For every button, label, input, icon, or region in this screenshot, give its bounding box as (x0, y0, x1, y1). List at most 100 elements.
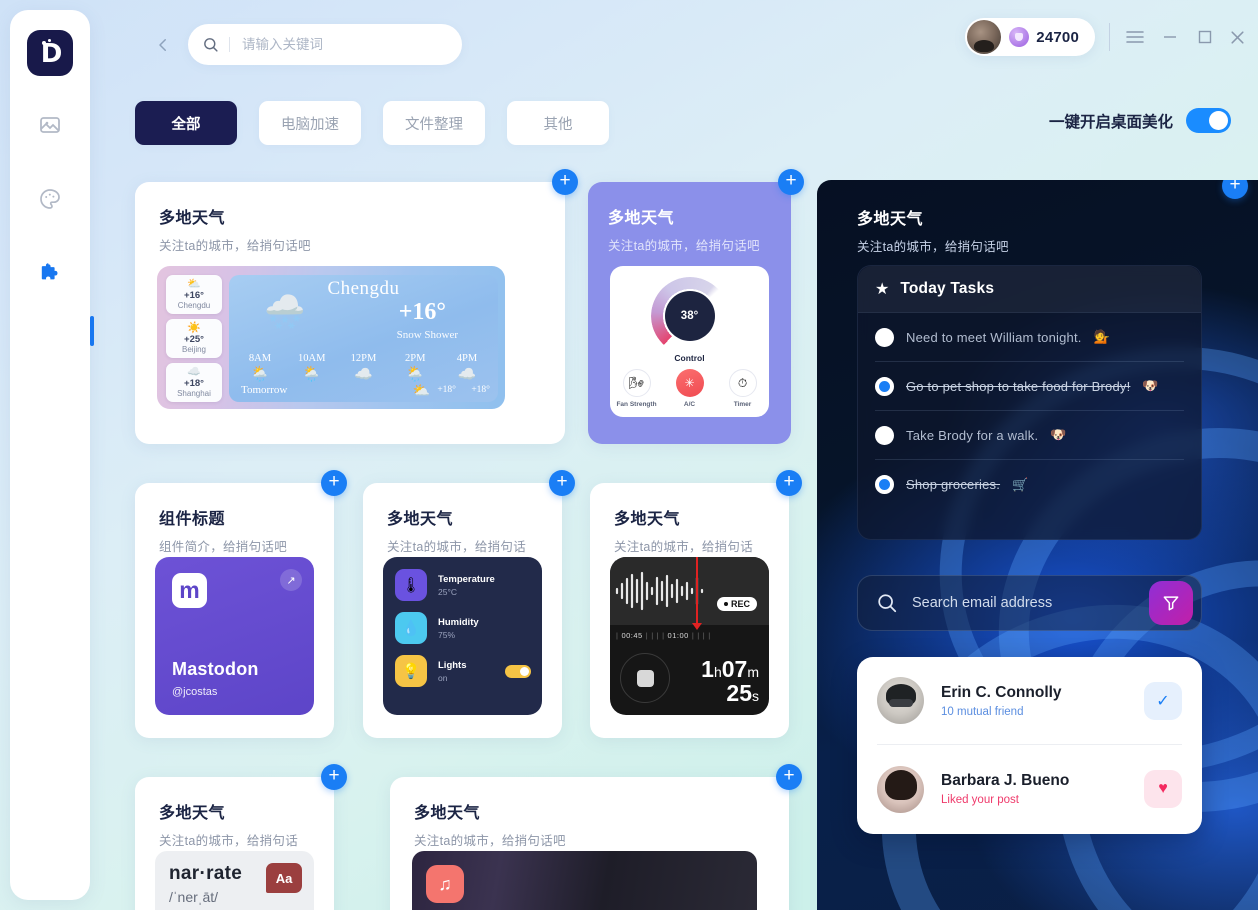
thermometer-icon: 🌡 (395, 569, 427, 601)
coin-balance-pill[interactable]: 24700 (965, 18, 1095, 56)
tab-all[interactable]: 全部 (135, 101, 237, 145)
row-value: 75% (438, 629, 456, 640)
widget-card-recorder[interactable]: 多地天气 关注ta的城市，给捎句话吧 + REC (590, 470, 802, 738)
task-checkbox[interactable] (875, 425, 894, 445)
back-button[interactable] (148, 30, 178, 60)
row-value: on (438, 672, 448, 683)
add-widget-button[interactable]: + (778, 169, 804, 195)
desktop-card-header: 多地天气 关注ta的城市，给捎句话吧 (857, 205, 1009, 255)
add-widget-button[interactable]: + (1222, 180, 1248, 199)
minimize-button[interactable] (1157, 24, 1183, 50)
email-search-widget[interactable]: Search email address (857, 575, 1202, 631)
widget-card-weather[interactable]: 多地天气 关注ta的城市，给捎句话吧 + ⛅ +16° Chengdu ☀️ +… (135, 169, 578, 444)
city-name: Shanghai (177, 389, 211, 398)
hour-label: 2PM (405, 353, 426, 364)
beautify-label: 一键开启桌面美化 (1048, 113, 1173, 131)
music-note-icon: ♫ (426, 865, 464, 903)
avatar (967, 20, 1002, 54)
tab-file-organize[interactable]: 文件整理 (383, 101, 485, 145)
task-text: Shop groceries. (906, 477, 1001, 492)
menu-button[interactable] (1122, 24, 1148, 50)
contact-row[interactable]: Erin C. Connolly 10 mutual friend ✓ (877, 657, 1182, 745)
task-item[interactable]: Shop groceries. 🛒 (875, 460, 1184, 509)
weather-city-item[interactable]: ☁️ +18° Shanghai (166, 363, 222, 402)
widget-card-smarthome[interactable]: 多地天气 关注ta的城市，给捎句话吧 + 🌡 Temperature 25°C … (363, 470, 575, 738)
snow-cloud-icon: 🌨️ (264, 293, 306, 330)
search-input[interactable] (242, 37, 432, 52)
open-external-icon[interactable]: ↗ (280, 569, 302, 591)
weather-city-item[interactable]: ☀️ +25° Beijing (166, 319, 222, 358)
stop-button[interactable] (620, 653, 670, 703)
city-name: Beijing (181, 345, 206, 354)
stop-icon (636, 669, 654, 687)
smarthome-row-humidity: 💧 Humidity 75% (383, 612, 542, 644)
task-emoji: 🐶 (1050, 427, 1067, 442)
rec-dot (723, 602, 728, 606)
task-checkbox[interactable] (875, 376, 894, 396)
search-box[interactable] (188, 24, 462, 65)
add-widget-button[interactable]: + (321, 470, 347, 496)
check-icon[interactable]: ✓ (1144, 681, 1182, 720)
tasks-title: Today Tasks (900, 280, 995, 297)
task-text: Take Brody for a walk. (906, 427, 1039, 443)
widget-card-dictionary[interactable]: 多地天气 关注ta的城市，给捎句话吧 + nar·rate /ˈnerˌāt/ … (135, 764, 347, 910)
search-icon (202, 36, 219, 53)
elapsed-line2: 25s (701, 681, 759, 705)
weather-city-item[interactable]: ⛅ +16° Chengdu (166, 275, 222, 314)
maximize-button[interactable] (1192, 24, 1218, 50)
add-widget-button[interactable]: + (776, 764, 802, 790)
smarthome-row-lights: 💡 Lights on (383, 655, 542, 687)
city-temp: +16° (184, 290, 204, 301)
widget-card-mastodon[interactable]: 组件标题 组件简介，给捎句话吧 + m ↗ Mastodon @jcostas (135, 470, 347, 738)
task-item[interactable]: Take Brody for a walk. 🐶 (875, 411, 1184, 460)
sidebar-item-theme[interactable] (27, 178, 73, 224)
timer-control[interactable]: ⏱ Timer (720, 369, 766, 408)
hour-label: 8AM (248, 353, 272, 364)
puzzle-icon (38, 261, 62, 290)
thermostat-controls: 🌬 Fan Strength ✳ A/C ⏱ Timer (610, 369, 769, 408)
tab-other[interactable]: 其他 (507, 101, 609, 145)
sidebar-item-image[interactable] (27, 104, 73, 150)
add-widget-button[interactable]: + (552, 169, 578, 195)
sidebar-active-indicator (90, 316, 94, 346)
widget-card-music[interactable]: 多地天气 关注ta的城市，给捎句话吧 + ♫ ▾ (390, 764, 802, 910)
tick: | (662, 630, 665, 640)
task-checkbox[interactable] (875, 327, 894, 347)
ac-control[interactable]: ✳ A/C (667, 369, 713, 408)
weather-widget-preview: ⛅ +16° Chengdu ☀️ +25° Beijing ☁️ +18° S… (157, 266, 505, 409)
weather-current-temp: +16° (398, 299, 446, 325)
heart-icon[interactable]: ♥ (1144, 770, 1182, 808)
lights-toggle[interactable] (505, 665, 531, 678)
image-icon (38, 113, 62, 142)
add-widget-button[interactable]: + (321, 764, 347, 790)
row-name: Temperature (438, 573, 495, 585)
task-checkbox[interactable] (875, 475, 894, 494)
card-title: 多地天气 (159, 210, 226, 227)
rec-label: REC (730, 599, 750, 609)
sidebar-item-widgets[interactable] (27, 252, 73, 298)
card-title: 多地天气 (414, 805, 481, 822)
card-title: 多地天气 (608, 210, 675, 227)
widget-card-thermostat[interactable]: 多地天气 关注ta的城市，给捎句话吧 + 38° Control 🌬 Fan S… (588, 169, 804, 444)
add-widget-button[interactable]: + (549, 470, 575, 496)
hour-label: 12PM (350, 353, 377, 364)
maximize-icon (1198, 30, 1212, 44)
fan-strength-control[interactable]: 🌬 Fan Strength (614, 369, 660, 408)
elapsed-seconds: 25 (726, 679, 752, 706)
hour-item: 2PM 🌦️ (392, 353, 438, 384)
task-item[interactable]: Go to pet shop to take food for Brody! 🐶 (875, 362, 1184, 411)
tab-pc-boost[interactable]: 电脑加速 (259, 101, 361, 145)
row-value: 25°C (438, 586, 457, 597)
card-subtitle: 组件简介，给捎句话吧 (159, 540, 288, 554)
add-widget-button[interactable]: + (776, 470, 802, 496)
hour-icon: 🌦️ (250, 366, 270, 383)
mastodon-widget-preview: m ↗ Mastodon @jcostas (155, 557, 314, 715)
filter-icon[interactable] (1149, 581, 1193, 625)
beautify-toggle[interactable] (1186, 108, 1231, 133)
close-button[interactable] (1224, 24, 1250, 50)
desktop-preview-panel: 多地天气 关注ta的城市，给捎句话吧 ★ Today Tasks Need to… (817, 180, 1258, 910)
thermostat-dial-label: Control (674, 353, 705, 363)
contact-row[interactable]: Barbara J. Bueno Liked your post ♥ (877, 745, 1182, 833)
music-widget-preview: ♫ ▾ (412, 851, 757, 910)
task-item[interactable]: Need to meet William tonight. 💁 (875, 313, 1184, 362)
